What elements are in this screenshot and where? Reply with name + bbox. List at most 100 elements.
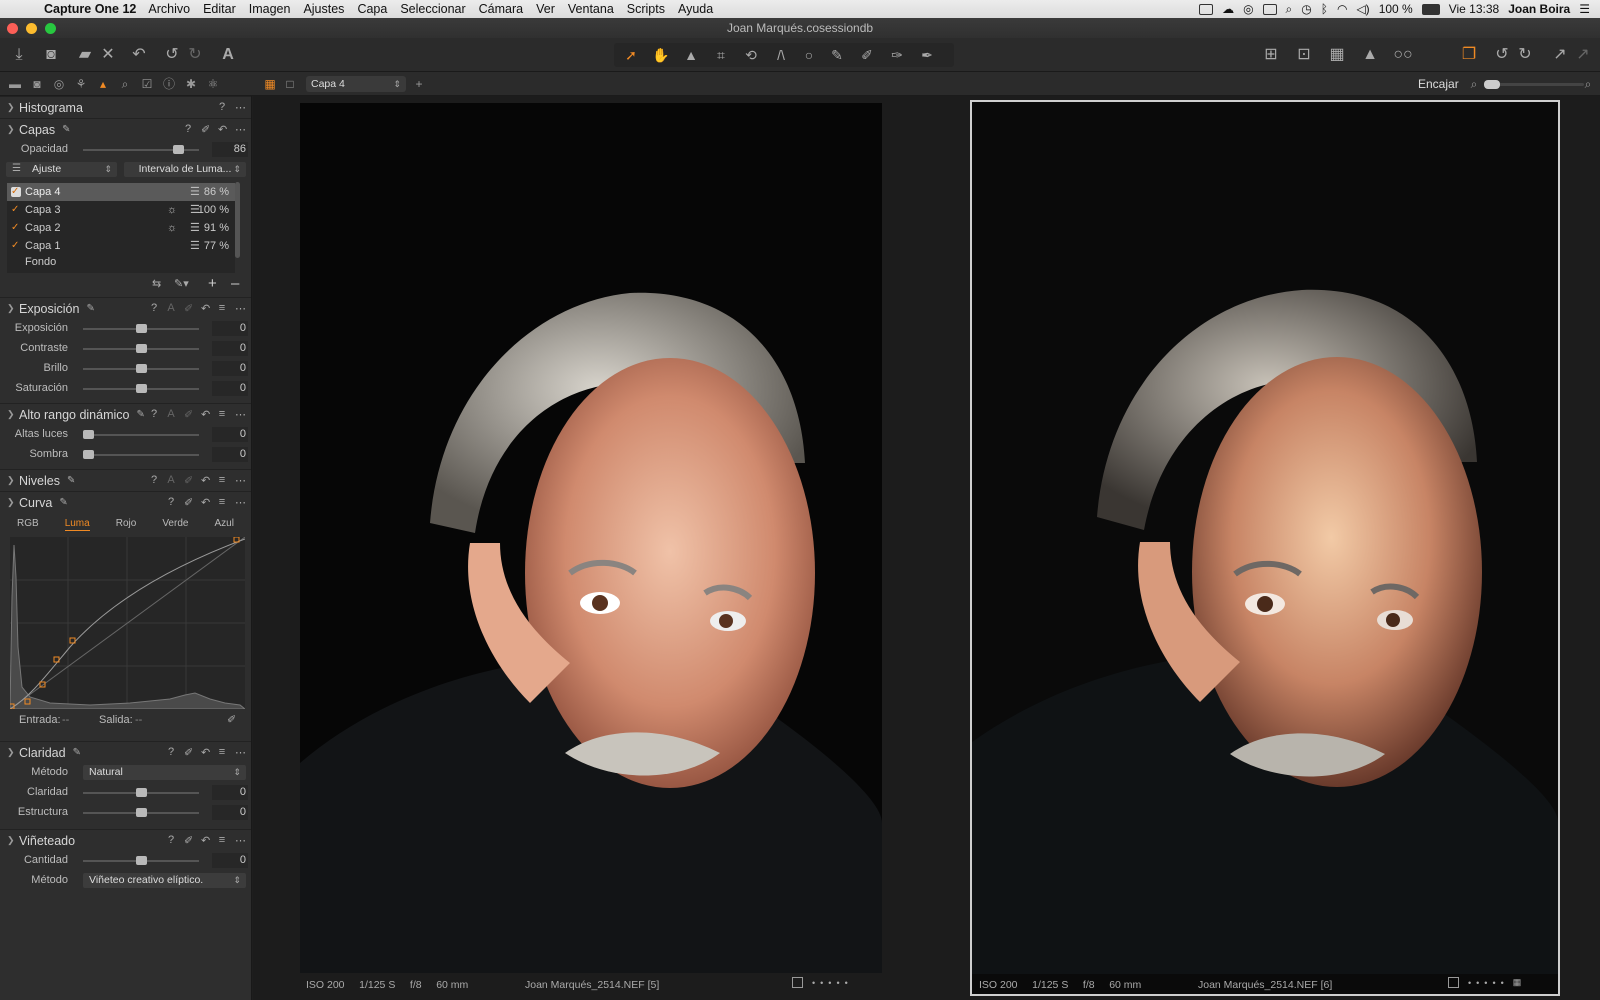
photo-variant-6[interactable] xyxy=(970,100,1560,996)
exposure-tab-icon[interactable]: ▴ xyxy=(95,77,111,91)
picker-icon[interactable]: ✐ xyxy=(184,834,193,847)
layer-item[interactable]: ✓ Capa 2 ☼ ☰ 91 % xyxy=(7,219,235,237)
brush-menu-icon[interactable]: ✎▾ xyxy=(174,277,189,290)
help-icon[interactable]: ? xyxy=(167,746,175,759)
add-variant-icon[interactable]: + xyxy=(411,77,427,91)
clock[interactable]: Vie 13:38 xyxy=(1449,2,1500,16)
help-icon[interactable]: ? xyxy=(167,496,175,509)
proof-glasses-icon[interactable]: ○○ xyxy=(1392,44,1414,66)
picker-icon[interactable]: ✐ xyxy=(184,746,193,759)
zoom-slider-handle[interactable] xyxy=(1484,80,1500,89)
camera-icon[interactable]: ◙ xyxy=(40,44,62,66)
menu-editar[interactable]: Editar xyxy=(203,2,236,16)
slider-handle[interactable] xyxy=(83,430,94,439)
section-vignette[interactable]: ❯ Viñeteado ? ✐ ↶ ≡ ⋯ xyxy=(0,829,251,851)
curve-picker-icon[interactable]: ✐ xyxy=(227,713,236,726)
multi-view-icon[interactable]: ▦ xyxy=(262,77,278,91)
menu-ayuda[interactable]: Ayuda xyxy=(678,2,713,16)
batch-tab-icon[interactable]: ⚛ xyxy=(205,77,221,91)
variant-selector[interactable]: Capa 4 xyxy=(306,76,406,92)
library-tab-icon[interactable]: ▬ xyxy=(7,77,23,91)
tab-green[interactable]: Verde xyxy=(162,513,188,535)
keystone-tool-icon[interactable]: /\ xyxy=(768,45,794,65)
presets-icon[interactable]: ≡ xyxy=(218,302,226,315)
chevron-down-icon[interactable]: ❯ xyxy=(7,409,19,420)
chevron-down-icon[interactable]: ❯ xyxy=(7,303,19,314)
brush-tool-icon[interactable]: ✎ xyxy=(824,45,850,65)
section-levels[interactable]: ❯ Niveles ✎ ? A ✐ ↶ ≡ ⋯ xyxy=(0,469,251,491)
vignette-method-select[interactable]: Viñeteo creativo elíptico. xyxy=(83,873,246,888)
user-name[interactable]: Joan Boira xyxy=(1508,2,1570,16)
more-icon[interactable]: ⋯ xyxy=(235,474,246,487)
help-icon[interactable]: ? xyxy=(218,101,226,114)
pan-tool-icon[interactable]: ✋ xyxy=(648,45,674,65)
menu-archivo[interactable]: Archivo xyxy=(148,2,190,16)
pencil-icon[interactable]: ✎ xyxy=(86,303,94,314)
tab-luma[interactable]: Luma xyxy=(64,513,90,531)
presets-icon[interactable]: ≡ xyxy=(218,474,226,487)
import-icon[interactable]: ⤓ xyxy=(8,44,30,66)
wifi-icon[interactable]: ◠ xyxy=(1337,2,1347,16)
picker-tool-icon[interactable]: ✒ xyxy=(914,45,940,65)
layer-checkbox[interactable]: ✓ xyxy=(11,205,21,215)
share-icon[interactable]: ↗ xyxy=(1572,44,1594,66)
pencil-icon[interactable]: ✎ xyxy=(59,497,67,508)
section-exposure[interactable]: ❯ Exposición ✎ ? A ✐ ↶ ≡ ⋯ xyxy=(0,297,251,319)
photo-variant-5[interactable] xyxy=(300,103,882,973)
rotate-tool-icon[interactable]: ⟲ xyxy=(738,45,764,65)
star-rating[interactable]: • • • • • xyxy=(812,978,848,988)
table-view-icon[interactable]: ▦ xyxy=(1326,44,1348,66)
layer-item[interactable]: ✓ Capa 4 ☰ 86 % xyxy=(7,183,235,201)
presets-icon[interactable]: ≡ xyxy=(218,834,226,847)
luma-range-button[interactable]: Intervalo de Luma... xyxy=(124,162,246,177)
section-histogram[interactable]: ❯ Histograma ? ⋯ xyxy=(0,96,251,118)
add-layer-icon[interactable]: + xyxy=(208,275,217,292)
more-icon[interactable]: ⋯ xyxy=(235,408,246,421)
curve-editor[interactable] xyxy=(8,536,247,710)
output-tab-icon[interactable]: ✱ xyxy=(183,77,199,91)
swap-icon[interactable]: ⇆ xyxy=(152,277,161,290)
app-menu[interactable]: Capture One 12 xyxy=(44,2,136,16)
volume-icon[interactable]: ◁) xyxy=(1356,2,1369,16)
edit-view-icon[interactable]: ⊡ xyxy=(1293,44,1315,66)
slider-value[interactable]: 0 xyxy=(212,785,248,800)
capture-tab-icon[interactable]: ◙ xyxy=(29,77,45,91)
slider-handle[interactable] xyxy=(136,856,147,865)
layer-checkbox[interactable]: ✓ xyxy=(11,223,21,233)
help-icon[interactable]: ? xyxy=(167,834,175,847)
more-icon[interactable]: ⋯ xyxy=(235,302,246,315)
slider-value[interactable]: 0 xyxy=(212,853,248,868)
zoom-window-button[interactable] xyxy=(45,23,56,34)
single-view-icon[interactable]: □ xyxy=(282,77,298,91)
layer-item[interactable]: ✓ Capa 3 ☼ ☰ 100 % xyxy=(7,201,235,219)
reset-icon[interactable]: ↶ xyxy=(128,44,150,66)
more-icon[interactable]: ⋯ xyxy=(235,123,246,136)
pencil-icon[interactable]: ✎ xyxy=(62,124,70,135)
reset-icon[interactable]: ↶ xyxy=(201,408,210,421)
star-rating[interactable]: • • • • • xyxy=(1468,978,1504,988)
layers-scrollbar[interactable] xyxy=(235,182,240,258)
notification-center-icon[interactable]: ☰ xyxy=(1579,2,1590,16)
menu-ver[interactable]: Ver xyxy=(536,2,555,16)
help-icon[interactable]: ? xyxy=(150,408,158,421)
pencil-icon[interactable]: ✎ xyxy=(73,747,81,758)
slider-handle[interactable] xyxy=(83,450,94,459)
more-icon[interactable]: ⋯ xyxy=(235,496,246,509)
auto-icon[interactable]: A xyxy=(167,408,175,421)
help-icon[interactable]: ? xyxy=(150,474,158,487)
chevron-down-icon[interactable]: ❯ xyxy=(7,747,19,758)
picker-icon[interactable]: ✐ xyxy=(184,474,193,487)
reset-icon[interactable]: ↶ xyxy=(218,123,227,136)
menu-ajustes[interactable]: Ajustes xyxy=(303,2,344,16)
opacity-slider-handle[interactable] xyxy=(173,145,184,154)
menu-scripts[interactable]: Scripts xyxy=(627,2,665,16)
reset-icon[interactable]: ↶ xyxy=(201,496,210,509)
search-icon[interactable]: ⌕ xyxy=(1286,2,1293,17)
color-tag-checkbox[interactable] xyxy=(792,977,803,988)
slider-value[interactable]: 0 xyxy=(212,341,248,356)
presets-icon[interactable]: ≡ xyxy=(218,746,226,759)
more-icon[interactable]: ⋯ xyxy=(235,834,246,847)
select-tool-icon[interactable]: ➚ xyxy=(618,45,644,65)
eraser-tool-icon[interactable]: ✑ xyxy=(884,45,910,65)
c-status-icon[interactable] xyxy=(1262,3,1277,15)
